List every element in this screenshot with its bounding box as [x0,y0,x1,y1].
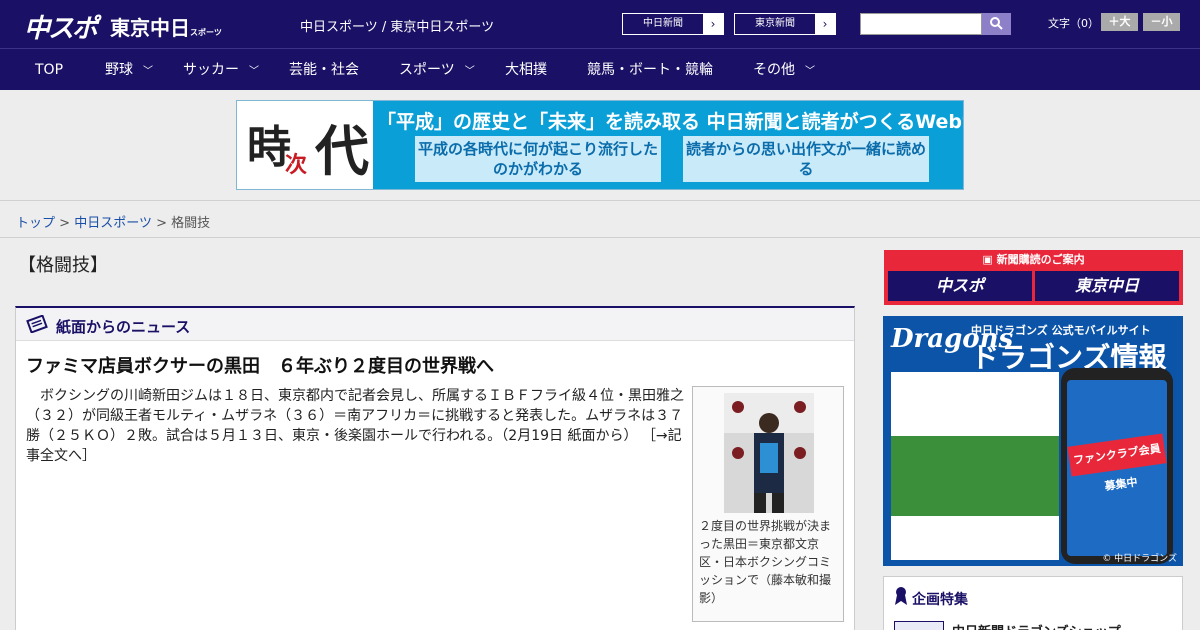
nav-label: 大相撲 [505,62,547,78]
nav-label: その他 [753,62,795,78]
chevron-down-icon: ﹀ [143,66,153,77]
chevron-down-icon: ﹀ [464,66,475,77]
dragons-mobile-ad[interactable]: Dragons 中日ドラゴンズ 公式モバイルサイト ドラゴンズ情報 ファンクラブ… [883,316,1183,566]
chevron-down-icon: ﹀ [249,66,259,77]
nav-label: 野球 [105,62,133,78]
article-photo-box: ２度目の世界挑戦が決まった黒田＝東京都文京区・日本ボクシングコミッションで（藤本… [692,386,844,622]
chevron-right-icon: › [815,14,835,34]
dragons-phone-screen: ファンクラブ会員募集中 [1067,380,1167,556]
news-panel-title: 紙面からのニュース [56,318,191,336]
subscribe-tokyo-logo[interactable]: 東京中日 [1035,271,1179,301]
nav-label: 競馬・ボート・競輪 [587,62,713,78]
breadcrumb-current: 格闘技 [171,216,211,231]
banner-kanji-dai: 代 [315,119,369,183]
font-bigger-button[interactable]: ＋大 [1101,13,1138,31]
banner-logo: 時 次 代 [237,101,373,189]
boxer-photo[interactable] [724,393,814,513]
dragons-field-image [891,436,1059,516]
article-body-text: ボクシングの川崎新田ジムは１８日、東京都内で記者会見し、所属するＩＢＦフライ級４… [26,388,684,444]
dragons-fanclub-badge: ファンクラブ会員募集中 [1067,433,1167,493]
chuspo-logo[interactable]: 中スポ [24,8,98,44]
breadcrumb-bar: トップ > 中日スポーツ > 格闘技 [0,200,1200,238]
nav-label: 芸能・社会 [289,62,359,78]
breadcrumb-separator: > [156,216,167,231]
ext-link-label: 東京新聞 [755,18,795,29]
search-input[interactable] [860,13,982,35]
nav-item-baseball[interactable]: 野球 ﹀ [105,49,153,91]
ribbon-icon [895,587,907,605]
nav-label: スポーツ [399,62,455,78]
chevron-right-icon: › [703,14,723,34]
tokyo-shimbun-link[interactable]: 東京新聞 › [734,13,836,35]
search-button[interactable] [982,13,1011,35]
chunichi-shimbun-link[interactable]: 中日新聞 › [622,13,724,35]
chevron-down-icon: ﹀ [805,66,815,77]
newspaper-icon [26,315,48,333]
tokyo-chunichi-logo-text: 東京中日 [110,16,190,40]
font-smaller-button[interactable]: －小 [1143,13,1180,31]
nav-label: サッカー [183,62,239,78]
tokyo-chunichi-logo-suffix: スポーツ [190,28,222,37]
boxer-photo-image [724,393,814,513]
news-panel: 紙面からのニュース ファミマ店員ボクサーの黒田 ６年ぶり２度目の世界戦へ ボクシ… [15,306,855,630]
breadcrumb-home[interactable]: トップ [16,216,55,231]
dragons-copyright: © 中日ドラゴンズ [1102,554,1177,564]
page-title: 【格闘技】 [18,255,108,276]
nav-item-sports[interactable]: スポーツ ﹀ [399,49,475,91]
nav-item-keiba[interactable]: 競馬・ボート・競輪 [587,49,713,91]
subscription-header-text: 新聞購読のご案内 [996,253,1085,266]
jidai-banner-ad[interactable]: 時 次 代 「平成」の歴史と「未来」を読み取る 中日新聞と読者がつくるWebサイ… [236,100,964,190]
dragons-phone-image: ファンクラブ会員募集中 [1061,368,1173,564]
ext-link-label: 中日新聞 [643,18,683,29]
special-features-panel: 企画特集 中日新聞ドラゴンズショップ [883,576,1183,630]
dragons-shop-link[interactable]: 中日新聞ドラゴンズショップ [952,621,1121,630]
main-nav: TOP 野球 ﹀ サッカー ﹀ 芸能・社会 スポーツ ﹀ 大相撲 競馬・ボート・競輪 … [0,48,1200,90]
nav-item-top[interactable]: TOP [35,49,63,91]
subscription-banner[interactable]: ▣ 新聞購読のご案内 中スポ 東京中日 [884,250,1183,305]
subscribe-chuspo-logo[interactable]: 中スポ [888,271,1032,301]
banner-headline: 「平成」の歴史と「未来」を読み取る 中日新聞と読者がつくるWebサイト [377,111,964,133]
dragons-shop-thumbnail[interactable] [894,621,944,630]
tokyo-chunichi-logo[interactable]: 東京中日スポーツ [110,12,222,44]
nav-item-other[interactable]: その他 ﹀ [753,49,815,91]
font-size-label: 文字（0） [1048,17,1099,30]
search-icon [990,17,1003,30]
nav-item-sumo[interactable]: 大相撲 [505,49,547,91]
breadcrumb: トップ > 中日スポーツ > 格闘技 [16,212,210,231]
article-summary: ボクシングの川崎新田ジムは１８日、東京都内で記者会見し、所属するＩＢＦフライ級４… [26,386,686,466]
subscription-header: ▣ 新聞購読のご案内 [982,253,1085,266]
nav-label: TOP [35,62,64,78]
banner-kanji-tsugi: 次 [285,152,308,178]
news-panel-header: 紙面からのニュース [16,308,854,341]
breadcrumb-separator: > [59,216,71,231]
nav-item-entertainment[interactable]: 芸能・社会 [289,49,359,91]
article-title[interactable]: ファミマ店員ボクサーの黒田 ６年ぶり２度目の世界戦へ [26,352,494,378]
banner-box-right: 読者からの思い出作文が一緒に読める [683,136,929,182]
special-features-title: 企画特集 [912,592,968,608]
breadcrumb-parent[interactable]: 中日スポーツ [74,216,152,231]
site-title: 中日スポーツ / 東京中日スポーツ [300,20,495,35]
nav-item-soccer[interactable]: サッカー ﹀ [183,49,259,91]
top-header: 中スポ 東京中日スポーツ 中日スポーツ / 東京中日スポーツ 中日新聞 › 東京… [0,0,1200,48]
banner-box-left: 平成の各時代に何が起こり流行したのかがわかる [415,136,661,182]
photo-caption: ２度目の世界挑戦が決まった黒田＝東京都文京区・日本ボクシングコミッションで（藤本… [699,519,832,605]
